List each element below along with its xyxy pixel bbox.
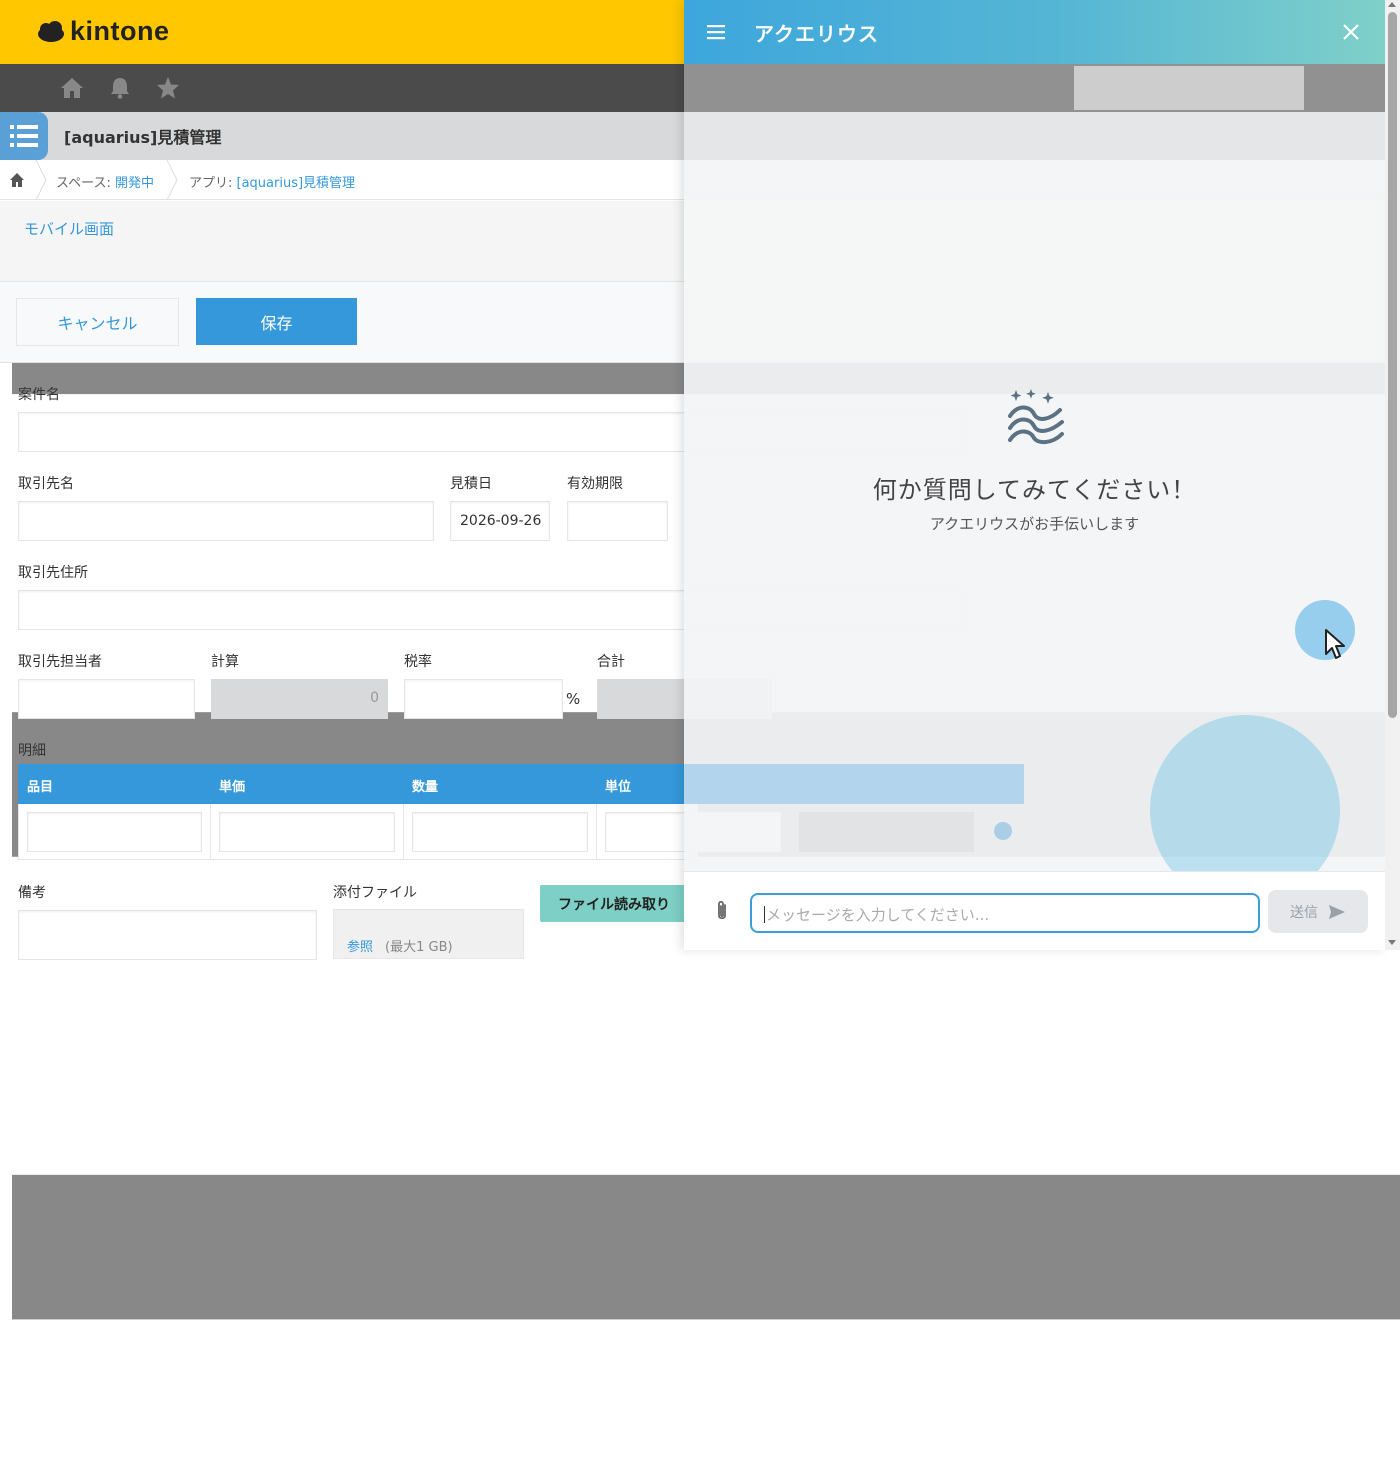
- unit-price-input[interactable]: [219, 812, 395, 852]
- breadcrumb-space: スペース: 開発中: [56, 172, 154, 191]
- empty-state-subtitle: アクエリウスがお手伝いします: [929, 515, 1140, 533]
- sparkle-waves-icon: [1008, 389, 1064, 445]
- cell-divider: [18, 804, 19, 860]
- project-name-label: 案件名: [18, 387, 60, 403]
- app-title: [aquarius]見積管理: [64, 128, 222, 147]
- tax-unit: %: [566, 690, 581, 708]
- paperclip-icon[interactable]: [712, 900, 732, 922]
- breadcrumb-separator: [35, 160, 47, 200]
- client-name-label: 取引先名: [18, 476, 74, 492]
- column-quantity: 数量: [412, 780, 439, 795]
- text-caret: [764, 906, 765, 923]
- bell-icon[interactable]: [108, 76, 132, 100]
- breadcrumb-space-prefix: スペース:: [56, 176, 115, 191]
- attachment-label: 添付ファイル: [333, 885, 417, 901]
- breadcrumb-app-prefix: アプリ:: [189, 176, 237, 191]
- max-size-note: (最大1 GB): [385, 940, 453, 955]
- remarks-label: 備考: [18, 885, 46, 901]
- scrollbar-thumb[interactable]: [1388, 12, 1397, 718]
- breadcrumb-space-link[interactable]: 開発中: [115, 176, 154, 191]
- empty-state-title: 何か質問してみてください！: [872, 476, 1197, 504]
- file-read-button[interactable]: ファイル読み取り: [540, 885, 688, 922]
- ghost-cell: [799, 812, 974, 852]
- logo-text: kintone: [70, 16, 170, 46]
- details-label: 明細: [18, 743, 46, 759]
- message-input[interactable]: メッセージを入力してください...: [750, 893, 1260, 933]
- scroll-up-arrow-icon[interactable]: [1388, 2, 1396, 7]
- calc-field: 0: [211, 679, 388, 719]
- breadcrumb-app: アプリ: [aquarius]見積管理: [189, 172, 355, 191]
- scroll-down-arrow-icon[interactable]: [1388, 940, 1396, 945]
- mobile-view-link[interactable]: モバイル画面: [24, 218, 114, 239]
- breadcrumb-app-link[interactable]: [aquarius]見積管理: [237, 176, 356, 191]
- ghost-search-box: [1074, 66, 1304, 110]
- ghost-appbar: [684, 112, 1385, 160]
- breadcrumb-home-icon[interactable]: [9, 172, 25, 188]
- total-label: 合計: [597, 654, 625, 670]
- browse-link[interactable]: 参照: [347, 940, 373, 955]
- column-unit-price: 単価: [219, 780, 246, 795]
- send-arrow-icon: [1329, 904, 1345, 919]
- home-icon[interactable]: [60, 76, 84, 100]
- save-button[interactable]: 保存: [196, 298, 357, 345]
- expiry-date-input[interactable]: [567, 501, 668, 541]
- chat-menu-icon[interactable]: [706, 22, 726, 42]
- breadcrumb-separator: [166, 160, 178, 200]
- mouse-cursor-icon: [1325, 629, 1345, 659]
- calc-label: 計算: [211, 654, 239, 670]
- send-button[interactable]: 送信: [1268, 890, 1368, 933]
- app-list-icon[interactable]: [0, 112, 48, 160]
- estimate-date-input[interactable]: 2026-09-26: [450, 501, 550, 541]
- cancel-button[interactable]: キャンセル: [16, 298, 179, 346]
- close-icon[interactable]: [1341, 22, 1361, 42]
- kintone-logo[interactable]: kintone: [36, 16, 170, 47]
- ghost-table-header: [684, 764, 1024, 804]
- cell-divider: [210, 804, 211, 860]
- column-unit: 単位: [605, 780, 632, 795]
- send-label: 送信: [1290, 904, 1318, 921]
- estimate-date-label: 見積日: [450, 476, 492, 492]
- client-address-label: 取引先住所: [18, 565, 88, 581]
- client-contact-input[interactable]: [18, 679, 195, 719]
- remarks-textarea[interactable]: [18, 910, 317, 960]
- chat-title: アクエリウス: [754, 22, 879, 46]
- star-icon[interactable]: [156, 76, 180, 100]
- column-item: 品目: [27, 780, 54, 795]
- attachment-browse: 参照 (最大1 GB): [347, 936, 453, 955]
- chat-panel: アクエリウス 何か質問してみてください！ アクエリウスがお手伝いします メッセー…: [684, 0, 1385, 950]
- tax-rate-label: 税率: [404, 654, 432, 670]
- cell-divider: [596, 804, 597, 860]
- client-contact-label: 取引先担当者: [18, 654, 102, 670]
- quantity-input[interactable]: [412, 812, 588, 852]
- ghost-add-row: [994, 822, 1012, 840]
- cell-divider: [403, 804, 404, 860]
- client-name-input[interactable]: [18, 501, 434, 541]
- expiry-label: 有効期限: [567, 476, 623, 492]
- item-input[interactable]: [27, 812, 202, 852]
- kintone-cloud-icon: [38, 20, 64, 42]
- ghost-subbar: [684, 201, 1385, 361]
- message-placeholder: メッセージを入力してください...: [766, 906, 990, 924]
- tax-rate-input[interactable]: [404, 679, 563, 719]
